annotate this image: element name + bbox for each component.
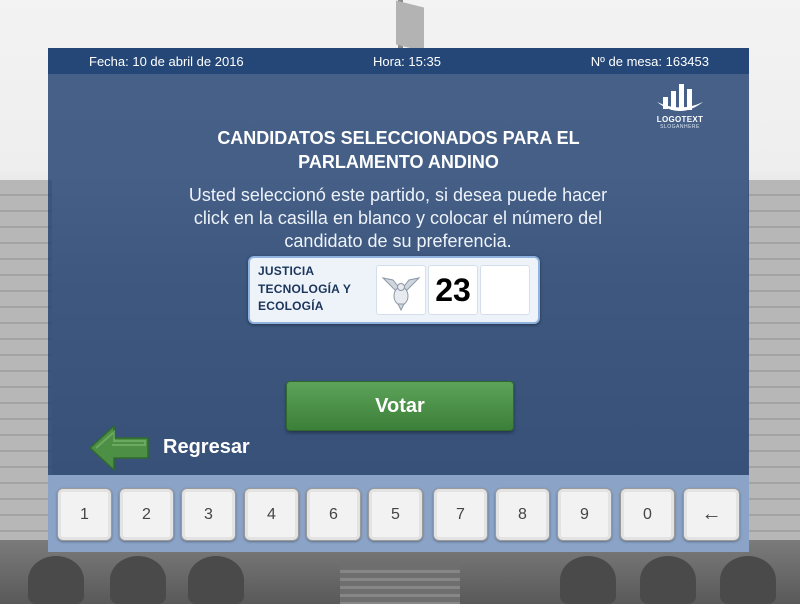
instructions-line: candidato de su preferencia.: [284, 231, 512, 251]
party-name: JUSTICIA TECNOLOGÍA Y ECOLOGÍA: [258, 263, 376, 316]
key-6[interactable]: 6: [306, 488, 361, 541]
dove-icon: [376, 265, 426, 315]
key-4[interactable]: 4: [244, 488, 299, 541]
instructions-text: Usted seleccionó este partido, si desea …: [158, 184, 638, 253]
selected-party-card: JUSTICIA TECNOLOGÍA Y ECOLOGÍA 23: [248, 256, 540, 324]
bush: [28, 556, 84, 604]
logo-bars-icon: [657, 84, 703, 111]
date-label: Fecha: 10 de abril de 2016: [89, 54, 244, 69]
backspace-key[interactable]: ←: [683, 488, 740, 541]
bush: [640, 556, 696, 604]
page-title: CANDIDATOS SELECCIONADOS PARA EL PARLAME…: [48, 126, 749, 174]
back-button[interactable]: Regresar: [88, 423, 268, 473]
flag: [396, 0, 424, 52]
key-8[interactable]: 8: [495, 488, 550, 541]
table-number-label: Nº de mesa: 163453: [590, 54, 709, 69]
instructions-line: Usted seleccionó este partido, si desea …: [188, 185, 608, 205]
candidate-number-box-empty[interactable]: [480, 265, 530, 315]
key-0[interactable]: 0: [620, 488, 675, 541]
title-line: CANDIDATOS SELECCIONADOS PARA EL: [217, 128, 580, 148]
bush: [720, 556, 776, 604]
bush: [110, 556, 166, 604]
key-5[interactable]: 5: [368, 488, 423, 541]
building-stairs: [340, 565, 460, 604]
bush: [560, 556, 616, 604]
candidate-number-box[interactable]: 23: [428, 265, 478, 315]
bush: [188, 556, 244, 604]
key-7[interactable]: 7: [433, 488, 488, 541]
vote-button[interactable]: Votar: [286, 381, 514, 431]
key-2[interactable]: 2: [119, 488, 174, 541]
title-line: PARLAMENTO ANDINO: [298, 152, 499, 172]
numeric-keypad: 1 2 3 4 6 5 7 8 9 0 ←: [48, 475, 749, 552]
party-name-line: ECOLOGÍA: [258, 299, 324, 313]
key-3[interactable]: 3: [181, 488, 236, 541]
time-label: Hora: 15:35: [373, 54, 441, 69]
header-bar: Fecha: 10 de abril de 2016 Hora: 15:35 N…: [48, 48, 749, 74]
key-1[interactable]: 1: [57, 488, 112, 541]
voting-panel: Fecha: 10 de abril de 2016 Hora: 15:35 N…: [48, 48, 749, 552]
party-name-line: JUSTICIA: [258, 264, 315, 278]
key-9[interactable]: 9: [557, 488, 612, 541]
instructions-line: click en la casilla en blanco y colocar …: [193, 208, 603, 228]
logo-text: LOGOTEXT: [656, 115, 704, 124]
party-name-line: TECNOLOGÍA Y: [258, 281, 352, 296]
back-label: Regresar: [163, 436, 250, 458]
back-arrow-icon: [89, 425, 149, 471]
